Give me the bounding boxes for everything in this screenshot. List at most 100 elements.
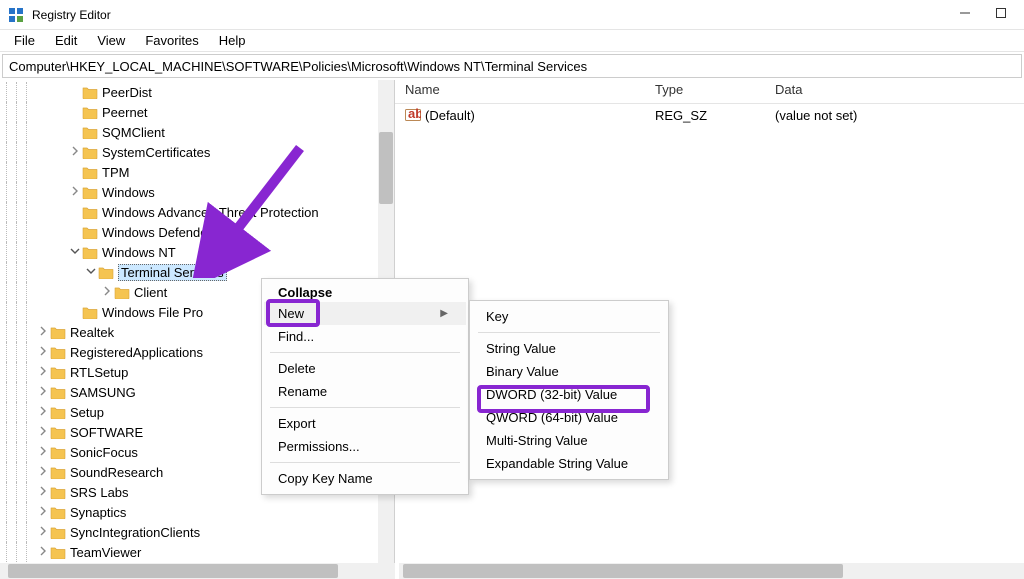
tree-item-label: SoundResearch — [70, 465, 163, 480]
tree-item[interactable]: SQMClient — [6, 122, 394, 142]
tree-item-label: Windows — [102, 185, 155, 200]
scrollbar-thumb[interactable] — [379, 132, 393, 204]
menu-item-label: Export — [278, 416, 316, 431]
expand-icon[interactable] — [68, 146, 82, 159]
tree-item-label: RTLSetup — [70, 365, 128, 380]
expand-icon[interactable] — [36, 546, 50, 559]
tree-item[interactable]: SyncIntegrationClients — [6, 522, 394, 542]
context-menu-new[interactable]: New ▶ — [264, 302, 466, 325]
expand-icon[interactable] — [36, 426, 50, 439]
menu-item-label: Multi-String Value — [486, 433, 588, 448]
context-menu-rename[interactable]: Rename — [264, 380, 466, 403]
menu-help[interactable]: Help — [209, 31, 256, 50]
folder-icon — [82, 145, 98, 159]
menu-view[interactable]: View — [87, 31, 135, 50]
folder-icon — [82, 225, 98, 239]
submenu-string-value[interactable]: String Value — [472, 337, 666, 360]
tree-item[interactable]: Windows Advanced Threat Protection — [6, 202, 394, 222]
tree-item-label: SystemCertificates — [102, 145, 210, 160]
folder-icon — [50, 525, 66, 539]
horizontal-scrollbars — [0, 563, 1024, 579]
context-menu-copy-key-name[interactable]: Copy Key Name — [264, 467, 466, 490]
folder-icon — [50, 365, 66, 379]
scrollbar-thumb[interactable] — [8, 564, 338, 578]
menu-favorites[interactable]: Favorites — [135, 31, 208, 50]
collapse-icon[interactable] — [84, 266, 98, 279]
menu-file[interactable]: File — [4, 31, 45, 50]
value-list-header: Name Type Data — [395, 80, 1024, 104]
menu-item-label: Key — [486, 309, 508, 324]
column-header-name[interactable]: Name — [395, 80, 645, 103]
tree-item[interactable]: Windows Defender — [6, 222, 394, 242]
string-value-icon: ab — [405, 107, 421, 123]
folder-icon — [50, 385, 66, 399]
scrollbar-thumb[interactable] — [403, 564, 843, 578]
folder-icon — [82, 165, 98, 179]
folder-icon — [50, 345, 66, 359]
value-row[interactable]: ab (Default) REG_SZ (value not set) — [395, 104, 1024, 126]
folder-icon — [50, 405, 66, 419]
tree-item[interactable]: PeerDist — [6, 82, 394, 102]
tree-item-label: Synaptics — [70, 505, 126, 520]
menu-item-label: Find... — [278, 329, 314, 344]
context-submenu-new: Key String Value Binary Value DWORD (32-… — [469, 300, 669, 480]
expand-icon[interactable] — [100, 286, 114, 299]
tree-item[interactable]: TPM — [6, 162, 394, 182]
maximize-button[interactable] — [992, 7, 1010, 22]
tree-item-label: Realtek — [70, 325, 114, 340]
context-menu-collapse[interactable]: Collapse — [264, 283, 466, 302]
title-bar: Registry Editor — [0, 0, 1024, 30]
tree-item[interactable]: Windows — [6, 182, 394, 202]
folder-icon — [98, 265, 114, 279]
submenu-expandable-string-value[interactable]: Expandable String Value — [472, 452, 666, 475]
minimize-button[interactable] — [956, 7, 974, 22]
address-path: Computer\HKEY_LOCAL_MACHINE\SOFTWARE\Pol… — [9, 59, 587, 74]
tree-item-label: PeerDist — [102, 85, 152, 100]
folder-icon — [114, 285, 130, 299]
svg-text:ab: ab — [408, 107, 421, 121]
submenu-binary-value[interactable]: Binary Value — [472, 360, 666, 383]
submenu-dword-32bit-value[interactable]: DWORD (32-bit) Value — [472, 383, 666, 406]
tree-horizontal-scrollbar[interactable] — [0, 563, 395, 579]
tree-item[interactable]: SystemCertificates — [6, 142, 394, 162]
tree-item-label: Windows File Pro — [102, 305, 203, 320]
tree-item[interactable]: TeamViewer — [6, 542, 394, 562]
submenu-qword-64bit-value[interactable]: QWORD (64-bit) Value — [472, 406, 666, 429]
menu-item-label: Binary Value — [486, 364, 559, 379]
expand-icon[interactable] — [36, 446, 50, 459]
folder-icon — [82, 105, 98, 119]
folder-icon — [50, 545, 66, 559]
context-menu-export[interactable]: Export — [264, 412, 466, 435]
tree-item[interactable]: Synaptics — [6, 502, 394, 522]
column-header-type[interactable]: Type — [645, 80, 765, 103]
column-header-data[interactable]: Data — [765, 80, 1024, 103]
address-bar[interactable]: Computer\HKEY_LOCAL_MACHINE\SOFTWARE\Pol… — [2, 54, 1022, 78]
expand-icon[interactable] — [36, 346, 50, 359]
expand-icon[interactable] — [36, 486, 50, 499]
expand-icon[interactable] — [68, 186, 82, 199]
context-menu-permissions[interactable]: Permissions... — [264, 435, 466, 458]
submenu-key[interactable]: Key — [472, 305, 666, 328]
expand-icon[interactable] — [36, 466, 50, 479]
menu-item-label: Rename — [278, 384, 327, 399]
tree-item[interactable]: Peernet — [6, 102, 394, 122]
expand-icon[interactable] — [36, 386, 50, 399]
menu-edit[interactable]: Edit — [45, 31, 87, 50]
menu-separator — [478, 332, 660, 333]
expand-icon[interactable] — [36, 366, 50, 379]
folder-icon — [82, 245, 98, 259]
collapse-icon[interactable] — [68, 246, 82, 259]
folder-icon — [82, 185, 98, 199]
tree-item[interactable]: Windows NT — [6, 242, 394, 262]
value-type: REG_SZ — [645, 108, 765, 123]
submenu-multi-string-value[interactable]: Multi-String Value — [472, 429, 666, 452]
expand-icon[interactable] — [36, 506, 50, 519]
tree-item-label: SOFTWARE — [70, 425, 143, 440]
expand-icon[interactable] — [36, 526, 50, 539]
expand-icon[interactable] — [36, 406, 50, 419]
context-menu-find[interactable]: Find... — [264, 325, 466, 348]
list-horizontal-scrollbar[interactable] — [399, 563, 1024, 579]
context-menu-delete[interactable]: Delete — [264, 357, 466, 380]
tree-item-label: RegisteredApplications — [70, 345, 203, 360]
expand-icon[interactable] — [36, 326, 50, 339]
